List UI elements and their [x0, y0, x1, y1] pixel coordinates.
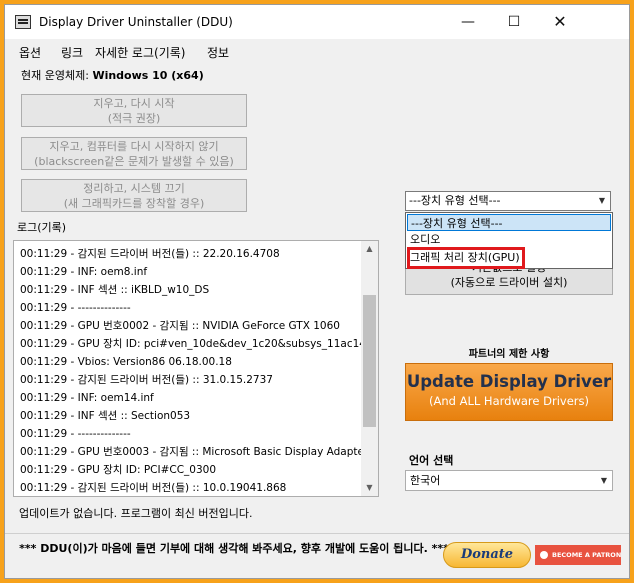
partner-label: 파트너의 제한 사항: [468, 349, 550, 360]
clean-shutdown-label: 정리하고, 시스템 끄기: [83, 182, 185, 195]
clean-shutdown-button[interactable]: 정리하고, 시스템 끄기 (새 그래픽카드를 장착할 경우): [21, 179, 247, 212]
log-scrollbar[interactable]: ▲ ▼: [361, 241, 378, 496]
update-display-driver-button[interactable]: Update Display Driver (And ALL Hardware …: [405, 363, 613, 421]
device-type-selected: ---장치 유형 선택---: [409, 194, 501, 207]
gpu-option-highlight: [407, 247, 525, 269]
clean-shutdown-sublabel: (새 그래픽카드를 장착할 경우): [63, 197, 205, 210]
menu-bar: 옵션 링크 자세한 로그(기록) 정보: [5, 41, 629, 63]
log-line: 00:11:29 - INF: oem8.inf: [20, 266, 148, 278]
clean-restart-sublabel: (적극 권장): [107, 112, 161, 125]
device-option-default[interactable]: ---장치 유형 선택---: [407, 214, 611, 231]
title-bar[interactable]: Display Driver Uninstaller (DDU) — ☐ ✕: [5, 5, 629, 39]
language-select[interactable]: 한국어 ▼: [405, 470, 613, 491]
scroll-up-icon[interactable]: ▲: [361, 241, 378, 257]
update-subtitle: (And ALL Hardware Drivers): [429, 394, 589, 408]
update-title: Update Display Driver: [406, 372, 612, 391]
patron-label: BECOME A PATRON: [552, 551, 622, 559]
log-line: 00:11:29 - --------------: [20, 428, 131, 440]
window-title: Display Driver Uninstaller (DDU): [39, 15, 233, 29]
log-line: 00:11:29 - INF 섹션 :: Section053: [20, 410, 191, 422]
clean-restart-label: 지우고, 다시 시작: [93, 97, 175, 110]
log-line: 00:11:29 - GPU 번호0002 - 감지됨 :: NVIDIA Ge…: [20, 320, 340, 332]
chevron-down-icon: ▼: [598, 196, 605, 205]
menu-links[interactable]: 링크: [61, 44, 83, 61]
footer: *** DDU(이)가 마음에 들면 기부에 대해 생각해 봐주세요, 향후 개…: [5, 533, 629, 578]
app-icon: [15, 15, 31, 29]
footer-message: *** DDU(이)가 마음에 들면 기부에 대해 생각해 봐주세요, 향후 개…: [19, 542, 449, 555]
clean-restart-button[interactable]: 지우고, 다시 시작 (적극 권장): [21, 94, 247, 127]
log-line: 00:11:29 - 감지된 드라이버 버전(들) :: 22.20.16.47…: [20, 248, 280, 260]
language-selected: 한국어: [410, 474, 441, 487]
log-line: 00:11:29 - GPU 장치 ID: PCI#CC_0300: [20, 464, 217, 476]
os-value: Windows 10 (x64): [92, 69, 204, 82]
log-lines: 00:11:29 - 감지된 드라이버 버전(들) :: 22.20.16.47…: [20, 245, 362, 496]
log-line: 00:11:29 - INF 섹션 :: iKBLD_w10_DS: [20, 284, 210, 296]
log-line: 00:11:29 - Vbios: Version86 06.18.00.18: [20, 356, 232, 368]
os-label: 현재 운영체제:: [21, 69, 89, 82]
log-line: 00:11:29 - GPU 장치 ID: pci#ven_10de&dev_1…: [20, 338, 362, 350]
clean-no-restart-sublabel: (blackscreen같은 문제가 발생할 수 있음): [34, 155, 234, 168]
scroll-down-icon[interactable]: ▼: [361, 480, 378, 496]
log-box[interactable]: 00:11:29 - 감지된 드라이버 버전(들) :: 22.20.16.47…: [13, 240, 379, 497]
log-line: 00:11:29 - --------------: [20, 302, 131, 314]
clean-no-restart-button[interactable]: 지우고, 컴퓨터를 다시 시작하지 않기 (blackscreen같은 문제가 …: [21, 137, 247, 170]
log-line: 00:11:29 - 감지된 드라이버 버전(들) :: 31.0.15.273…: [20, 374, 273, 386]
chevron-down-icon: ▼: [600, 476, 607, 485]
donate-button[interactable]: Donate: [443, 542, 531, 568]
close-icon[interactable]: ✕: [537, 5, 583, 39]
status-message: 업데이트가 없습니다. 프로그램이 최신 버전입니다.: [19, 507, 253, 520]
maximize-icon[interactable]: ☐: [491, 5, 537, 39]
scroll-thumb[interactable]: [363, 295, 376, 427]
language-label: 언어 선택: [409, 454, 454, 467]
clean-no-restart-label: 지우고, 컴퓨터를 다시 시작하지 않기: [49, 140, 219, 153]
log-line: 00:11:29 - GPU 번호0003 - 감지됨 :: Microsoft…: [20, 446, 362, 458]
menu-options[interactable]: 옵션: [19, 44, 41, 61]
device-type-select[interactable]: ---장치 유형 선택--- ▼: [405, 191, 611, 211]
patreon-icon: [540, 551, 548, 559]
log-title: 로그(기록): [17, 221, 67, 234]
device-option-audio[interactable]: 오디오: [407, 231, 611, 248]
app-window: Display Driver Uninstaller (DDU) — ☐ ✕ 옵…: [4, 4, 630, 579]
log-line: 00:11:29 - INF: oem14.inf: [20, 392, 154, 404]
become-patron-button[interactable]: BECOME A PATRON: [535, 545, 621, 565]
current-os: 현재 운영체제: Windows 10 (x64): [21, 67, 204, 83]
minimize-icon[interactable]: —: [445, 5, 491, 39]
install-button-sublabel: (자동으로 드라이버 설치): [450, 276, 568, 289]
menu-detailed-log[interactable]: 자세한 로그(기록): [95, 44, 185, 61]
log-line: 00:11:29 - 감지된 드라이버 버전(들) :: 10.0.19041.…: [20, 482, 287, 494]
menu-info[interactable]: 정보: [207, 44, 229, 61]
